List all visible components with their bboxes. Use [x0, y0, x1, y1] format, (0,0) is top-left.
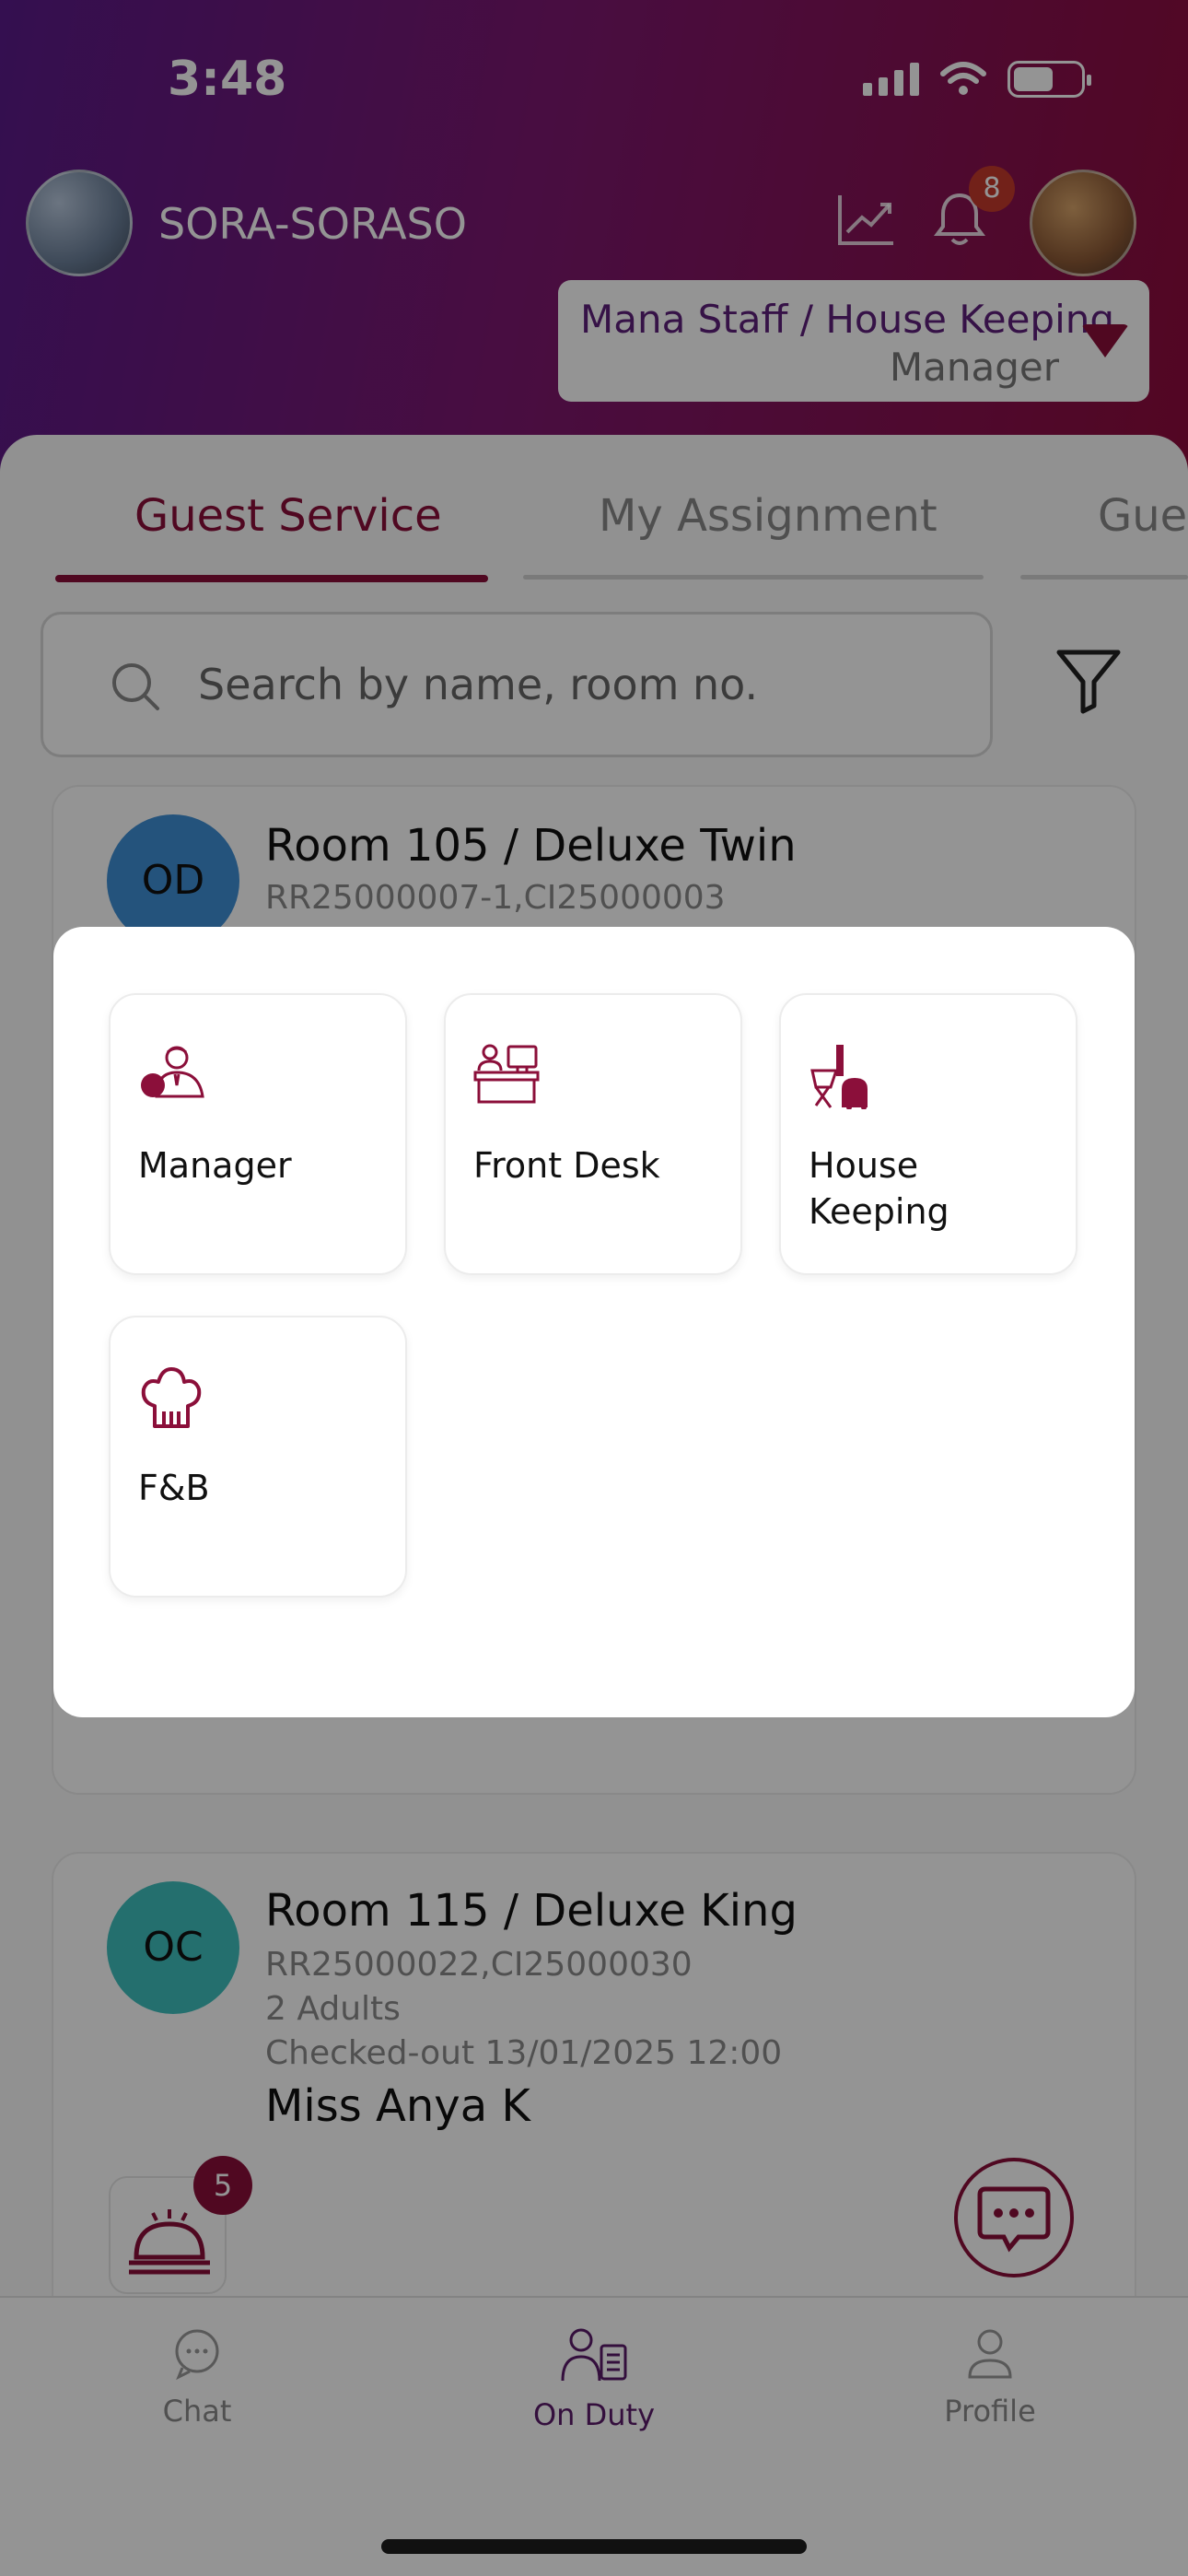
dept-label: Front Desk: [473, 1145, 660, 1186]
app-screen: 3:48 SORA-SORASO 8 Mana Staff / House Ke…: [0, 0, 1188, 2576]
manager-icon: [141, 1046, 204, 1098]
chef-hat-icon: [141, 1367, 202, 1428]
department-picker-modal: Manager Front Desk House Keeping F&B: [53, 927, 1135, 1717]
dept-option-fnb[interactable]: F&B: [109, 1316, 407, 1598]
dept-label: House Keeping: [809, 1145, 949, 1232]
home-indicator[interactable]: [381, 2539, 807, 2554]
dept-option-house-keeping[interactable]: House Keeping: [779, 993, 1077, 1275]
housekeeping-icon: [810, 1045, 868, 1109]
dept-option-manager[interactable]: Manager: [109, 993, 407, 1275]
front-desk-icon: [473, 1044, 540, 1104]
dept-label: F&B: [138, 1468, 210, 1508]
dept-option-front-desk[interactable]: Front Desk: [444, 993, 742, 1275]
dept-label: Manager: [138, 1145, 292, 1186]
